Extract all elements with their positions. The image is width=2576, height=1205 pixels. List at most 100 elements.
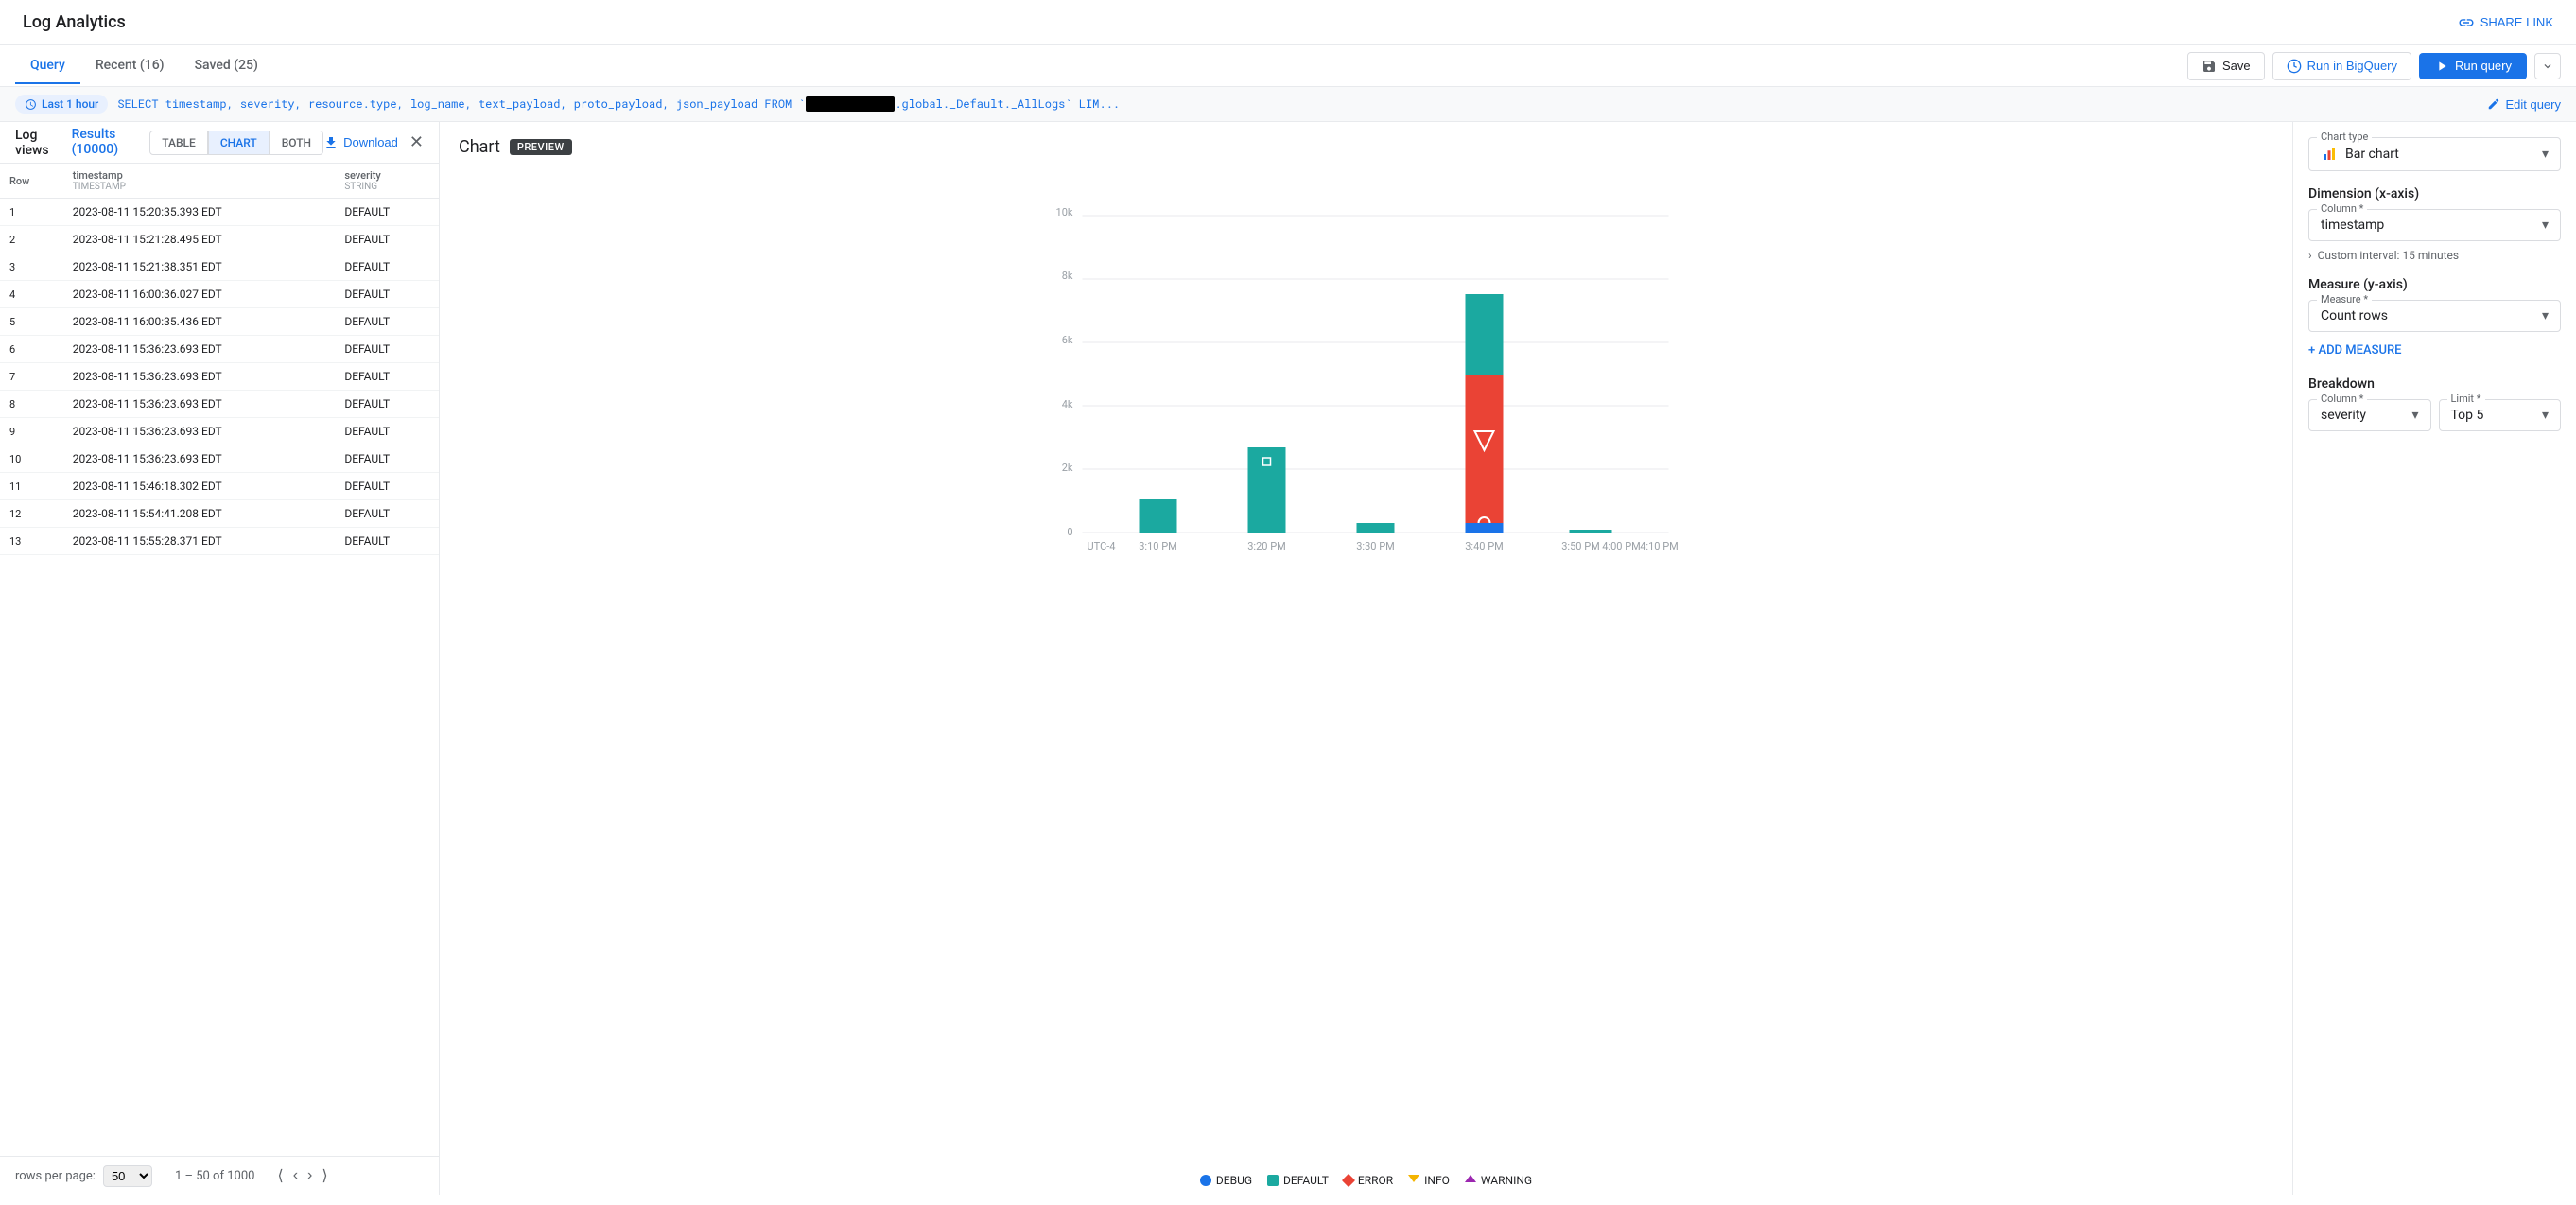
row-timestamp: 2023-08-11 15:21:38.351 EDT — [63, 253, 336, 281]
chart-title: Chart — [459, 137, 500, 157]
measure-section: Measure (y-axis) Measure * Count rows ▾ … — [2308, 277, 2561, 361]
svg-text:6k: 6k — [1062, 334, 1073, 346]
page-range-label: 1 – 50 of 1000 — [175, 1169, 255, 1183]
col-timestamp-type: TIMESTAMP — [73, 182, 326, 192]
add-measure-label: + ADD MEASURE — [2308, 343, 2402, 358]
query-select: SELECT timestamp, severity, resource.typ… — [117, 96, 1120, 112]
save-button[interactable]: Save — [2187, 52, 2265, 80]
legend-warning-label: WARNING — [1481, 1174, 1532, 1187]
row-severity: DEFAULT — [335, 253, 439, 281]
rows-per-page-select[interactable]: 50 100 200 — [103, 1165, 152, 1187]
view-tab-chart[interactable]: CHART — [208, 131, 270, 155]
table-row: 5 2023-08-11 16:00:35.436 EDT DEFAULT — [0, 308, 439, 336]
add-measure-button[interactable]: + ADD MEASURE — [2308, 340, 2561, 361]
legend-debug-label: DEBUG — [1216, 1174, 1252, 1187]
view-tab-table[interactable]: TABLE — [149, 131, 208, 155]
row-number: 6 — [0, 336, 63, 363]
bigquery-icon — [2287, 59, 2302, 74]
chart-legend: DEBUG DEFAULT ERROR INFO WARNING — [459, 1165, 2273, 1195]
view-tab-both[interactable]: BOTH — [270, 131, 323, 155]
log-results-row: Log views Results (10000) TABLE CHART BO… — [0, 122, 439, 164]
chart-svg-container: 0 2k 4k 6k 8k 10k — [459, 168, 2273, 1165]
chart-type-chevron: ▾ — [2542, 147, 2549, 162]
breakdown-limit-value[interactable]: Top 5 ▾ — [2451, 408, 2550, 423]
bar-320-default — [1248, 447, 1286, 533]
first-page-button[interactable]: ⟨ — [273, 1164, 287, 1187]
time-chip[interactable]: Last 1 hour — [15, 95, 108, 114]
row-timestamp: 2023-08-11 15:36:23.693 EDT — [63, 391, 336, 418]
chart-type-section: Chart type Bar chart ▾ — [2308, 137, 2561, 171]
row-number: 3 — [0, 253, 63, 281]
col-header-row: Row — [0, 164, 63, 199]
share-link-button[interactable]: SHARE LINK — [2458, 14, 2553, 31]
breakdown-section: Breakdown Column * severity ▾ Limit * — [2308, 376, 2561, 431]
next-page-button[interactable]: › — [304, 1165, 316, 1186]
tab-saved[interactable]: Saved (25) — [180, 48, 273, 84]
row-timestamp: 2023-08-11 15:54:41.208 EDT — [63, 500, 336, 528]
prev-page-button[interactable]: ‹ — [289, 1165, 302, 1186]
breakdown-limit-fieldset: Limit * Top 5 ▾ — [2439, 399, 2562, 431]
run-bigquery-button[interactable]: Run in BigQuery — [2272, 52, 2411, 80]
row-number: 12 — [0, 500, 63, 528]
row-number: 4 — [0, 281, 63, 308]
chart-title-row: Chart PREVIEW — [459, 137, 2273, 157]
expand-button[interactable] — [2534, 53, 2561, 79]
row-number: 10 — [0, 445, 63, 473]
svg-text:8k: 8k — [1062, 270, 1073, 282]
legend-debug: DEBUG — [1200, 1174, 1252, 1187]
breakdown-column-value[interactable]: severity ▾ — [2321, 408, 2419, 423]
chart-type-value[interactable]: Bar chart ▾ — [2321, 146, 2549, 163]
results-tab[interactable]: Results (10000) — [72, 122, 120, 168]
tabs-row: Query Recent (16) Saved (25) Save Run in… — [0, 45, 2576, 87]
column-text: timestamp — [2321, 218, 2384, 233]
table-row: 6 2023-08-11 15:36:23.693 EDT DEFAULT — [0, 336, 439, 363]
row-severity: DEFAULT — [335, 363, 439, 391]
last-page-button[interactable]: ⟩ — [318, 1164, 331, 1187]
measure-legend: Measure * — [2317, 293, 2372, 306]
svg-text:4:10 PM: 4:10 PM — [1640, 540, 1678, 552]
bar-340-error — [1466, 375, 1504, 533]
log-views-label: Log views — [15, 128, 49, 158]
row-number: 11 — [0, 473, 63, 500]
svg-text:4k: 4k — [1062, 398, 1073, 410]
breakdown-column-chevron: ▾ — [2411, 408, 2418, 423]
tab-recent[interactable]: Recent (16) — [80, 48, 180, 84]
row-number: 13 — [0, 528, 63, 555]
svg-text:10k: 10k — [1056, 206, 1073, 218]
time-chip-label: Last 1 hour — [42, 97, 98, 111]
legend-info-icon — [1408, 1173, 1419, 1187]
row-timestamp: 2023-08-11 15:36:23.693 EDT — [63, 336, 336, 363]
legend-info-label: INFO — [1424, 1174, 1450, 1187]
run-query-button[interactable]: Run query — [2419, 53, 2527, 79]
row-severity: DEFAULT — [335, 199, 439, 226]
bar-350-default — [1570, 530, 1608, 533]
table-scroll[interactable]: Row timestamp TIMESTAMP severity STRING — [0, 164, 439, 1156]
table-row: 9 2023-08-11 15:36:23.693 EDT DEFAULT — [0, 418, 439, 445]
save-icon — [2202, 59, 2217, 74]
legend-error: ERROR — [1344, 1174, 1393, 1187]
row-severity: DEFAULT — [335, 418, 439, 445]
rows-per-page-label: rows per page: — [15, 1169, 96, 1183]
close-panel-button[interactable]: ✕ — [409, 132, 424, 152]
breakdown-limit-col: Limit * Top 5 ▾ — [2439, 399, 2562, 431]
custom-interval[interactable]: › Custom interval: 15 minutes — [2308, 249, 2561, 262]
chevron-down-icon: › — [2308, 249, 2312, 262]
row-timestamp: 2023-08-11 16:00:35.436 EDT — [63, 308, 336, 336]
table-row: 12 2023-08-11 15:54:41.208 EDT DEFAULT — [0, 500, 439, 528]
breakdown-limit-legend: Limit * — [2447, 393, 2485, 405]
tab-query[interactable]: Query — [15, 48, 80, 84]
svg-text:3:10 PM: 3:10 PM — [1139, 540, 1176, 552]
column-value[interactable]: timestamp ▾ — [2321, 218, 2549, 233]
measure-text: Count rows — [2321, 308, 2388, 323]
download-button[interactable]: Download — [323, 135, 398, 150]
row-severity: DEFAULT — [335, 500, 439, 528]
edit-query-button[interactable]: Edit query — [2487, 97, 2561, 112]
chart-svg: 0 2k 4k 6k 8k 10k — [459, 168, 2273, 566]
custom-interval-label: Custom interval: 15 minutes — [2318, 249, 2459, 262]
col-header-severity: severity STRING — [335, 164, 439, 199]
row-severity: DEFAULT — [335, 445, 439, 473]
page-nav: ⟨ ‹ › ⟩ — [273, 1164, 331, 1187]
measure-value[interactable]: Count rows ▾ — [2321, 308, 2549, 323]
bar-310-default — [1140, 499, 1177, 533]
table-body: 1 2023-08-11 15:20:35.393 EDT DEFAULT 2 … — [0, 199, 439, 555]
